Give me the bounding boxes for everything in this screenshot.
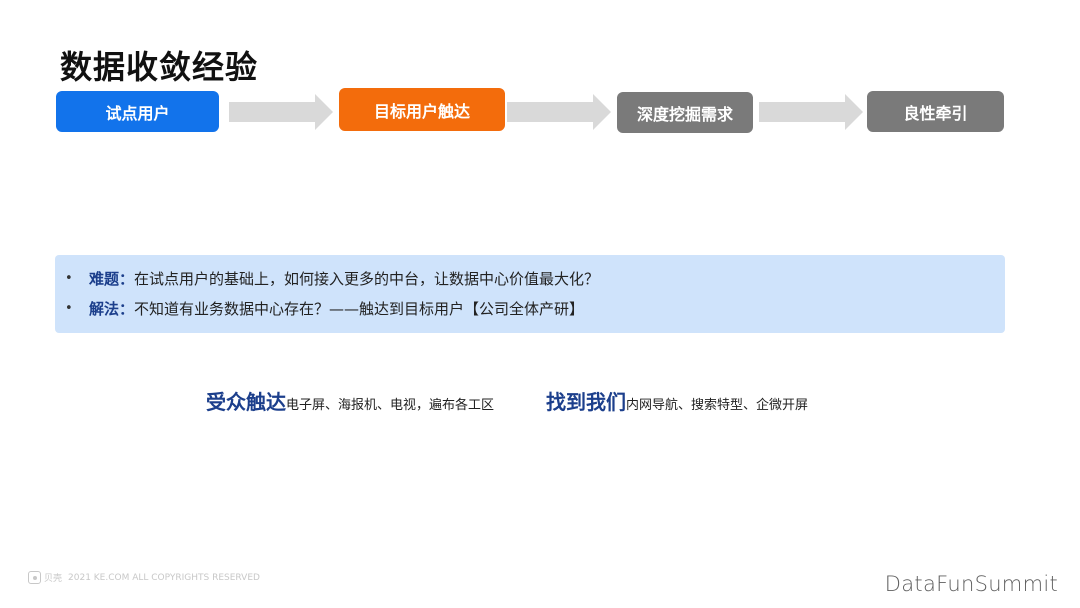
arrow-right-icon <box>759 94 863 130</box>
page-title: 数据收敛经验 <box>60 48 259 86</box>
brand-wordmark: DataFunSummit <box>884 572 1058 596</box>
bullet-icon: • <box>65 271 73 286</box>
difficulty-text: 在试点用户的基础上，如何接入更多的中台，让数据中心价值最大化？ <box>134 270 600 288</box>
arrow-right-icon <box>507 94 611 130</box>
step-deep-mining-needs: 深度挖掘需求 <box>617 92 753 133</box>
difficulty-line: • 难题： 在试点用户的基础上，如何接入更多的中台，让数据中心价值最大化？ <box>65 268 599 289</box>
channel-audience-reach: 受众触达 电子屏、海报机、电视，遍布各工区 <box>206 386 494 415</box>
solution-text: 不知道有业务数据中心存在？——触达到目标用户【公司全体产研】 <box>134 300 585 318</box>
arrow-right-icon <box>229 94 333 130</box>
copyright-text: 2021 KE.COM ALL COPYRIGHTS RESERVED <box>68 572 260 583</box>
solution-label: 解法： <box>89 300 135 318</box>
channel-keyword: 受众触达 <box>206 390 286 414</box>
step-positive-traction: 良性牵引 <box>867 91 1004 132</box>
ke-logo-icon <box>28 571 41 584</box>
solution-line: • 解法： 不知道有业务数据中心存在？——触达到目标用户【公司全体产研】 <box>65 298 584 319</box>
bullet-icon: • <box>65 301 73 316</box>
logo-text: 贝壳 <box>44 574 63 584</box>
channel-description: 电子屏、海报机、电视，遍布各工区 <box>286 398 495 413</box>
step-target-user-reach: 目标用户触达 <box>339 88 505 131</box>
channel-find-us: 找到我们 内网导航、搜索特型、企微开屏 <box>546 386 808 415</box>
difficulty-label: 难题： <box>89 270 135 288</box>
step-pilot-users: 试点用户 <box>56 91 219 132</box>
channel-keyword: 找到我们 <box>546 390 626 414</box>
footer-copyright: 贝壳 2021 KE.COM ALL COPYRIGHTS RESERVED <box>28 571 260 584</box>
callout-box: • 难题： 在试点用户的基础上，如何接入更多的中台，让数据中心价值最大化？ • … <box>55 255 1005 333</box>
channel-description: 内网导航、搜索特型、企微开屏 <box>626 398 809 413</box>
